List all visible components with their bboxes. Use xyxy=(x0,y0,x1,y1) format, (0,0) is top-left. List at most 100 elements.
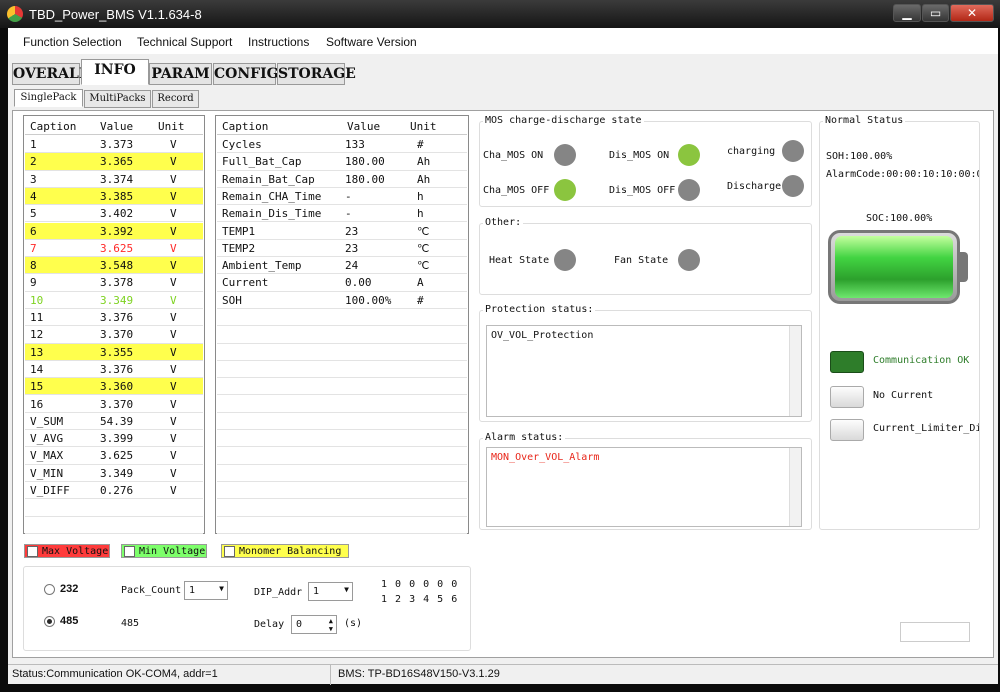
table-header: Caption Value Unit xyxy=(25,118,203,136)
empty-row xyxy=(217,517,467,534)
pack-count-select[interactable]: 1 ▼ xyxy=(184,581,228,600)
protection-group: Protection status: OV_VOL_Protection xyxy=(479,304,812,422)
menu-instructions[interactable]: Instructions xyxy=(248,35,309,49)
cell-caption: V_SUM xyxy=(30,414,64,428)
menu-software-version[interactable]: Software Version xyxy=(326,35,417,49)
table-row: SOH 100.00% # xyxy=(217,292,467,309)
cell-value: 3.625 xyxy=(100,241,134,255)
info-unit: ℃ xyxy=(417,259,430,273)
status-connection: Status:Communication OK-COM4, addr=1 xyxy=(12,668,218,680)
cell-value: 3.370 xyxy=(100,397,134,411)
table-row: 10 3.349 V xyxy=(25,292,203,309)
dis-mos-on-label: Dis_MOS ON xyxy=(609,150,670,161)
cell-caption: 7 xyxy=(30,241,37,255)
cell-unit: V xyxy=(170,189,177,203)
radio-232-label: 232 xyxy=(60,583,79,595)
empty-row xyxy=(25,499,203,517)
info-value: 24 xyxy=(345,259,359,273)
cell-caption: 10 xyxy=(30,293,44,307)
table-row: V_MIN 3.349 V xyxy=(25,465,203,482)
cell-value: 0.276 xyxy=(100,484,134,497)
discharge-label: Discharge xyxy=(727,181,782,192)
dip-addr-label: DIP_Addr xyxy=(254,587,303,598)
legend-label: Monomer Balancing xyxy=(239,546,342,557)
empty-row xyxy=(25,517,203,534)
cell-value: 3.548 xyxy=(100,259,134,273)
cell-unit: V xyxy=(170,311,177,324)
tab-config[interactable]: CONFIG xyxy=(213,63,279,85)
tab-param[interactable]: PARAM xyxy=(149,63,212,85)
protection-textarea[interactable]: OV_VOL_Protection xyxy=(486,325,802,417)
cell-value: 3.370 xyxy=(100,328,134,342)
table-row: 9 3.378 V xyxy=(25,274,203,292)
scrollbar[interactable] xyxy=(789,326,801,416)
menu-technical-support[interactable]: Technical Support xyxy=(137,35,232,49)
cha-mos-off-led xyxy=(554,179,576,201)
cell-value: 3.376 xyxy=(100,362,134,376)
table-row: 4 3.385 V xyxy=(25,187,203,206)
radio-485[interactable] xyxy=(44,616,55,627)
legend-checkbox xyxy=(224,546,235,557)
cell-caption: 11 xyxy=(30,311,44,324)
subtab-singlepack[interactable]: SinglePack xyxy=(14,89,83,107)
dip-addr-select[interactable]: 1 ▼ xyxy=(308,582,353,601)
cell-unit: V xyxy=(170,276,177,290)
heat-state-led xyxy=(554,249,576,271)
fan-state-label: Fan State xyxy=(614,255,669,266)
spin-arrows-icon[interactable]: ▲ ▼ xyxy=(329,617,333,633)
subtab-record[interactable]: Record xyxy=(152,90,199,108)
table-row: V_SUM 54.39 V xyxy=(25,413,203,431)
dis-mos-off-led xyxy=(678,179,700,201)
soc-readout: SOC:100.00% xyxy=(866,213,933,224)
alarm-textarea[interactable]: MON_Over_VOL_Alarm xyxy=(486,447,802,527)
empty-row xyxy=(217,499,467,517)
table-row: Ambient_Temp 24 ℃ xyxy=(217,257,467,275)
menu-function-selection[interactable]: Function Selection xyxy=(23,35,122,49)
subtab-multipacks[interactable]: MultiPacks xyxy=(84,90,151,108)
table-row: Current 0.00 A xyxy=(217,274,467,292)
info-caption: Cycles xyxy=(222,138,262,151)
cell-unit: V xyxy=(170,397,177,411)
cell-caption: 14 xyxy=(30,362,44,376)
table-row: 15 3.360 V xyxy=(25,378,203,396)
window-title: TBD_Power_BMS V1.1.634-8 xyxy=(29,7,202,22)
app-logo-icon xyxy=(7,6,23,22)
cell-value: 3.360 xyxy=(100,380,134,394)
cell-caption: 12 xyxy=(30,328,44,342)
pack-count-label: Pack_Count xyxy=(121,585,182,596)
close-button[interactable]: ✕ xyxy=(950,4,994,22)
heat-state-label: Heat State xyxy=(489,255,550,266)
header-value: Value xyxy=(100,120,134,133)
cell-unit: V xyxy=(170,432,177,446)
radio-232[interactable] xyxy=(44,584,55,595)
cell-caption: 1 xyxy=(30,138,37,151)
empty-row xyxy=(217,396,467,413)
delay-spinbox[interactable]: 0 ▲ ▼ xyxy=(291,615,337,634)
tab-info[interactable]: INFO xyxy=(81,59,149,85)
comm-status-indicator xyxy=(830,351,864,373)
tab-storage[interactable]: STORAGE xyxy=(277,63,356,85)
minimize-button[interactable]: ▁ xyxy=(893,4,921,22)
table-row: Cycles 133 # xyxy=(217,136,467,154)
cell-value: 3.385 xyxy=(100,189,134,203)
legend-monomer-balancing: Monomer Balancing xyxy=(221,544,349,558)
table-row: Remain_CHA_Time - h xyxy=(217,188,467,206)
protection-group-title: Protection status: xyxy=(483,304,596,315)
cell-caption: 5 xyxy=(30,207,37,221)
mos-state-group: MOS charge-discharge state Cha_MOS ON Di… xyxy=(479,115,812,207)
maximize-button[interactable]: ▭ xyxy=(922,4,949,22)
no-current-label: No Current xyxy=(873,390,934,401)
cell-caption: 9 xyxy=(30,276,37,290)
cell-caption: V_MAX xyxy=(30,449,64,463)
info-value: 0.00 xyxy=(345,276,372,290)
blank-input[interactable] xyxy=(900,622,970,642)
battery-soc-fill xyxy=(835,236,953,298)
table-row: TEMP1 23 ℃ xyxy=(217,223,467,240)
chevron-down-icon: ▼ xyxy=(219,584,224,593)
status-divider xyxy=(330,665,331,685)
cell-value: 3.402 xyxy=(100,207,134,221)
header-unit: Unit xyxy=(158,120,185,133)
scrollbar[interactable] xyxy=(789,448,801,526)
info-caption: Remain_Bat_Cap xyxy=(222,172,315,186)
tab-overall[interactable]: OVERALL xyxy=(12,63,89,85)
